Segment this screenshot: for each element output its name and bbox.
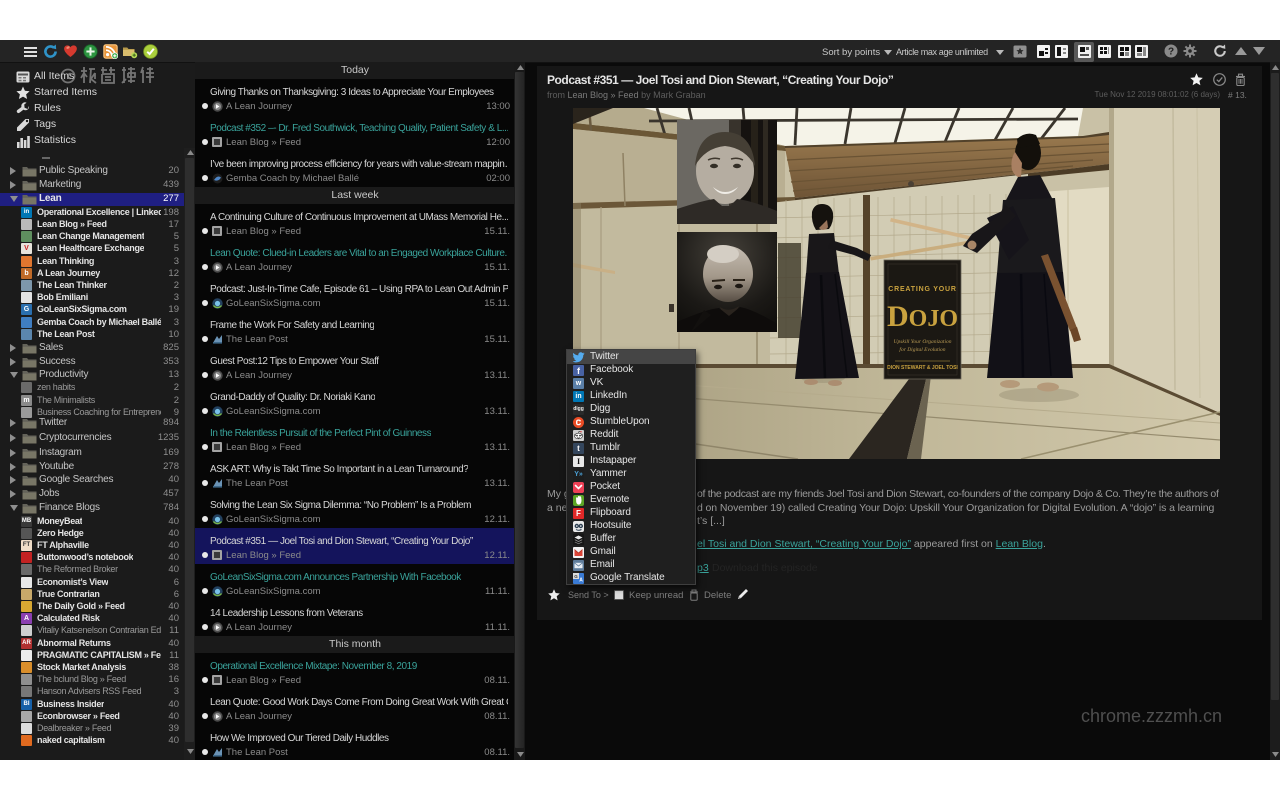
svg-text:A: A — [579, 577, 583, 583]
svg-text:Upskill Your Organization: Upskill Your Organization — [894, 339, 952, 345]
svg-text:?: ? — [1168, 47, 1174, 58]
svg-text:CREATING YOUR: CREATING YOUR — [888, 286, 956, 293]
svg-text:G: G — [574, 573, 578, 578]
svg-text:DION STEWART & JOEL TOSI: DION STEWART & JOEL TOSI — [887, 365, 958, 371]
svg-text:for Digital Evolution: for Digital Evolution — [899, 346, 945, 353]
